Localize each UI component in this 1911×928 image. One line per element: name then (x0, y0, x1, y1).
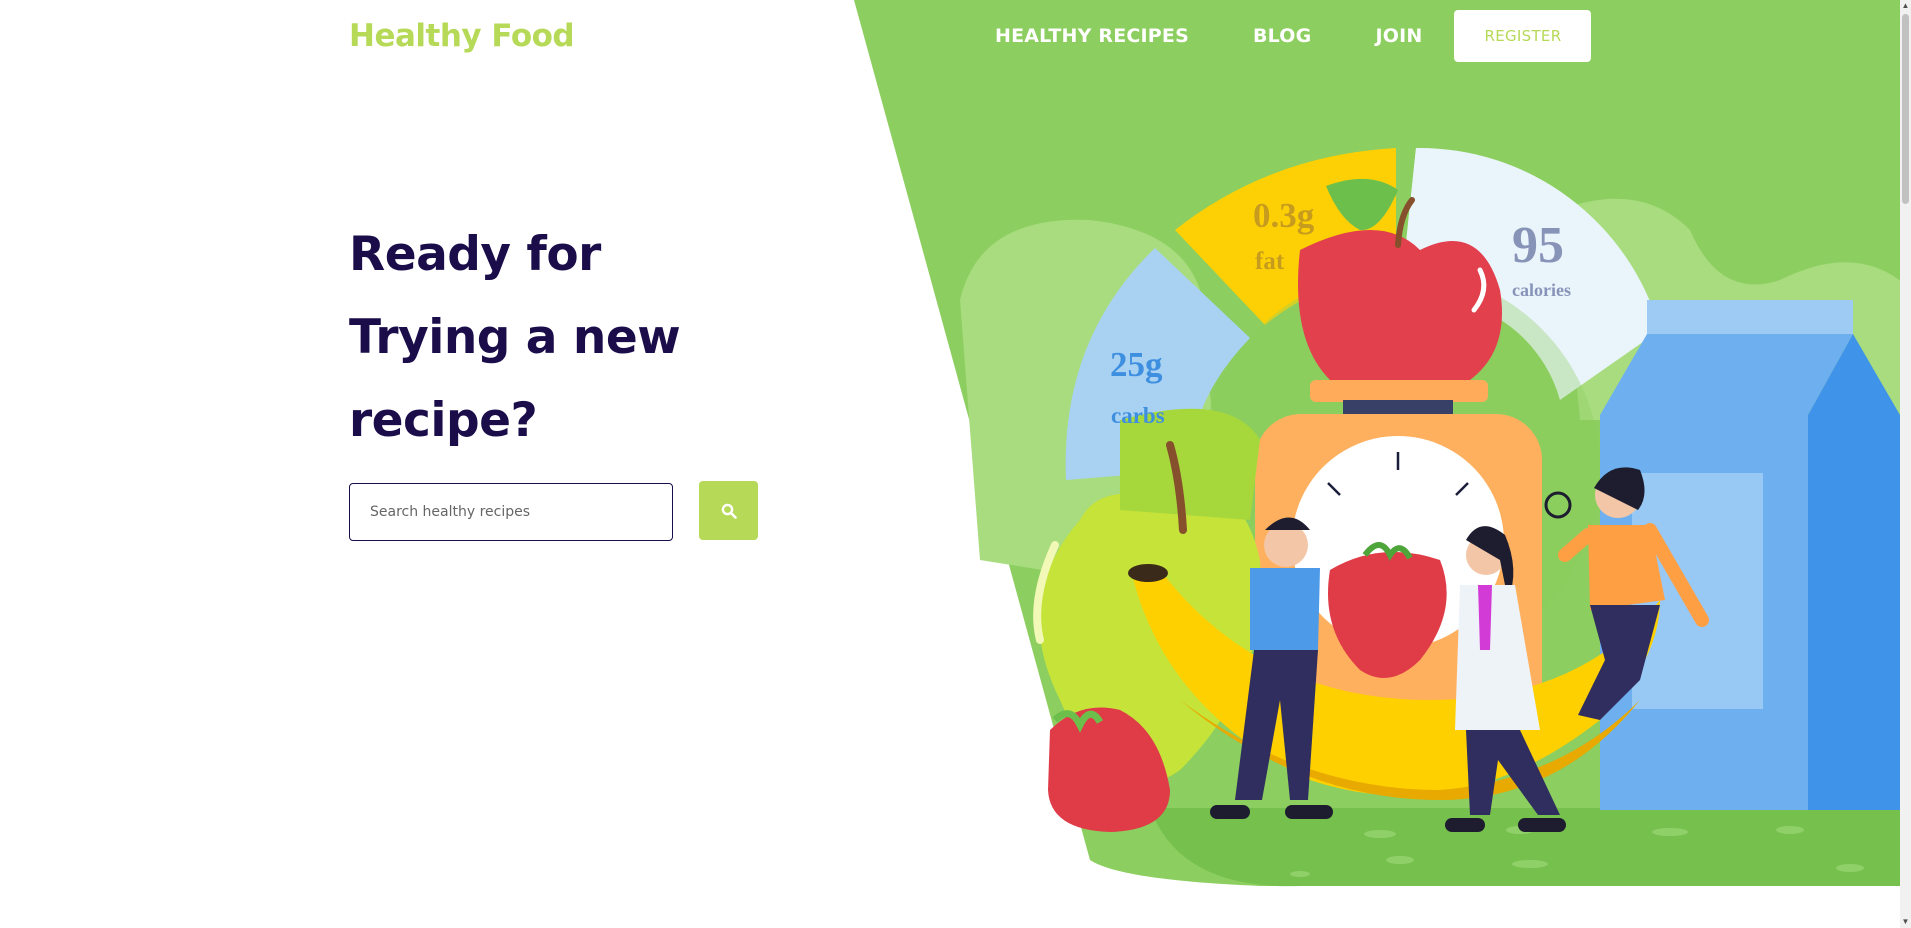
nav-link-join[interactable]: JOIN (1375, 25, 1422, 47)
headline-line-3: recipe? (349, 393, 538, 448)
fat-label: fat (1255, 248, 1285, 275)
page-scrollbar[interactable]: ▲ ▼ (1900, 0, 1911, 928)
nav-link-healthy-recipes[interactable]: HEALTHY RECIPES (995, 25, 1189, 47)
headline-line-2: Trying a new (349, 310, 681, 365)
hero-headline: Ready for Trying a new recipe? (349, 213, 769, 462)
headline-line-1: Ready for (349, 227, 601, 282)
search-input[interactable] (368, 503, 672, 521)
hero-illustration (0, 0, 1911, 928)
carbs-label: carbs (1111, 403, 1165, 428)
search-button[interactable] (699, 481, 758, 540)
brand-logo[interactable]: Healthy Food (349, 18, 575, 54)
calories-value: 95 (1512, 217, 1564, 274)
main-nav: HEALTHY RECIPES BLOG JOIN REGISTER (995, 10, 1592, 62)
nav-link-blog[interactable]: BLOG (1253, 25, 1311, 47)
scroll-up-arrow-icon[interactable]: ▲ (1901, 1, 1910, 11)
calories-label: calories (1512, 280, 1571, 300)
register-button[interactable]: REGISTER (1454, 10, 1592, 62)
carbs-value: 25g (1110, 345, 1163, 384)
fat-value: 0.3g (1253, 196, 1315, 235)
search-field (349, 483, 673, 541)
search-icon (721, 503, 737, 519)
scroll-down-arrow-icon[interactable]: ▼ (1901, 917, 1910, 927)
scroll-thumb[interactable] (1902, 14, 1909, 204)
